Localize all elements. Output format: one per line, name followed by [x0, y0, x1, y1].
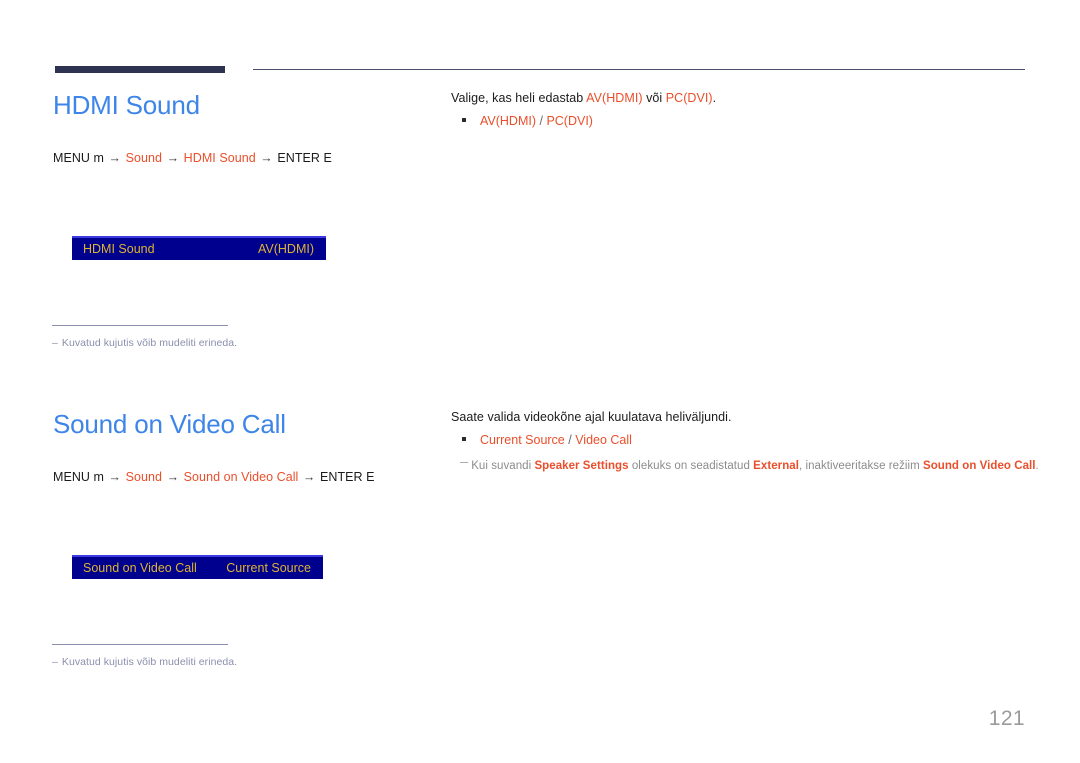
section-right-column: Saate valida videokõne ajal kuulatava he… — [451, 409, 1039, 474]
description-prefix: Saate valida videokõne ajal kuulatava he… — [451, 410, 732, 424]
menu-path: MENU m → Sound → Sound on Video Call → E… — [53, 470, 433, 484]
arrow-icon: → — [302, 470, 316, 484]
arrow-icon: → — [260, 151, 273, 165]
note-part-2: olekuks on seadistatud — [628, 460, 754, 472]
footnote-rule — [52, 325, 228, 326]
description-suffix: . — [712, 91, 717, 105]
osd-menu-value: Current Source — [226, 561, 311, 575]
description-text: Valige, kas heli edastab AV(HDMI) või PC… — [451, 90, 1031, 107]
page-title: HDMI Sound — [53, 90, 200, 120]
enter-key-icon: E — [366, 470, 375, 484]
header-rule-line — [253, 69, 1025, 70]
option-second[interactable]: Video Call — [575, 433, 632, 447]
osd-menu-value: AV(HDMI) — [257, 242, 314, 256]
footnote-body: Kuvatud kujutis võib mudeliti erineda. — [61, 337, 238, 349]
note-bold-external: External — [753, 460, 799, 472]
option-first[interactable]: AV(HDMI) — [480, 114, 536, 128]
document-page: HDMI Sound MENU m → Sound → HDMI Sound →… — [0, 0, 1080, 763]
menu-path: MENU m → Sound → HDMI Sound → ENTER E — [53, 151, 433, 165]
section-right-column: Valige, kas heli edastab AV(HDMI) või PC… — [451, 90, 1031, 130]
footnote-text-line: – Kuvatud kujutis võib mudeliti erineda. — [52, 337, 237, 349]
page-number: 121 — [988, 707, 1025, 730]
inline-note: ─ Kui suvandi Speaker Settings olekuks on… — [451, 457, 1039, 474]
osd-menu-label: Sound on Video Call — [83, 561, 197, 575]
option-first[interactable]: Current Source — [480, 433, 565, 447]
description-prefix: Valige, kas heli edastab — [451, 91, 587, 105]
note-part-4: . — [1035, 460, 1039, 472]
description-option-av-hdmi: AV(HDMI) — [586, 91, 643, 105]
osd-preview-hdmi-sound: HDMI Sound AV(HDMI) — [72, 236, 326, 260]
note-dash-icon: ─ — [460, 457, 469, 469]
menu-path-enter-label: ENTER — [277, 151, 320, 165]
option-second[interactable]: PC(DVI) — [546, 114, 593, 128]
note-bold-speaker-settings: Speaker Settings — [534, 460, 629, 472]
option-value-group: AV(HDMI) / PC(DVI) — [480, 113, 593, 130]
menu-path-step-sound[interactable]: Sound — [126, 470, 162, 484]
menu-key-icon: m — [93, 470, 105, 484]
option-value-group: Current Source / Video Call — [480, 432, 632, 449]
footnote-body: Kuvatud kujutis võib mudeliti erineda. — [61, 656, 238, 668]
description-text: Saate valida videokõne ajal kuulatava he… — [451, 409, 1031, 426]
option-list-item: AV(HDMI) / PC(DVI) — [451, 113, 1031, 130]
option-separator: / — [564, 433, 576, 447]
description-middle: või — [642, 91, 666, 105]
bullet-icon — [462, 437, 466, 441]
note-part-1: Kui suvandi — [471, 460, 535, 472]
footnote-dash-icon: – — [52, 337, 58, 349]
footnote-text-line: – Kuvatud kujutis võib mudeliti erineda. — [52, 656, 237, 668]
section-left-column: Sound on Video Call MENU m → Sound → Sou… — [53, 409, 433, 484]
footnote-rule — [52, 644, 228, 645]
section-left-column: HDMI Sound MENU m → Sound → HDMI Sound →… — [53, 90, 433, 165]
osd-menu-label: HDMI Sound — [83, 242, 155, 256]
menu-path-step-sound[interactable]: Sound — [126, 151, 162, 165]
option-separator: / — [536, 114, 547, 128]
header-accent-bar — [55, 66, 225, 73]
bullet-icon — [462, 118, 466, 122]
footnote-hdmi-sound: – Kuvatud kujutis võib mudeliti erineda. — [52, 325, 237, 349]
menu-path-enter-label: ENTER — [320, 470, 363, 484]
menu-key-icon: m — [93, 151, 105, 165]
arrow-icon: → — [166, 151, 180, 165]
page-title: Sound on Video Call — [53, 409, 286, 439]
menu-path-step-hdmi-sound[interactable]: HDMI Sound — [184, 151, 256, 165]
osd-preview-sound-on-video-call: Sound on Video Call Current Source — [72, 555, 323, 579]
note-bold-sound-on-video-call: Sound on Video Call — [922, 460, 1036, 472]
menu-path-menu-label: MENU — [53, 470, 91, 484]
arrow-icon: → — [108, 470, 122, 484]
menu-path-step-sound-on-video-call[interactable]: Sound on Video Call — [184, 470, 299, 484]
footnote-dash-icon: – — [52, 656, 58, 668]
footnote-sound-on-video-call: – Kuvatud kujutis võib mudeliti erineda. — [52, 644, 237, 668]
enter-key-icon: E — [323, 151, 332, 165]
arrow-icon: → — [108, 151, 122, 165]
arrow-icon: → — [166, 470, 180, 484]
note-part-3: , inaktiveeritakse režiim — [798, 460, 923, 472]
description-option-pc-dvi: PC(DVI) — [665, 91, 713, 105]
option-list-item: Current Source / Video Call — [451, 432, 1031, 449]
menu-path-menu-label: MENU — [53, 151, 91, 165]
